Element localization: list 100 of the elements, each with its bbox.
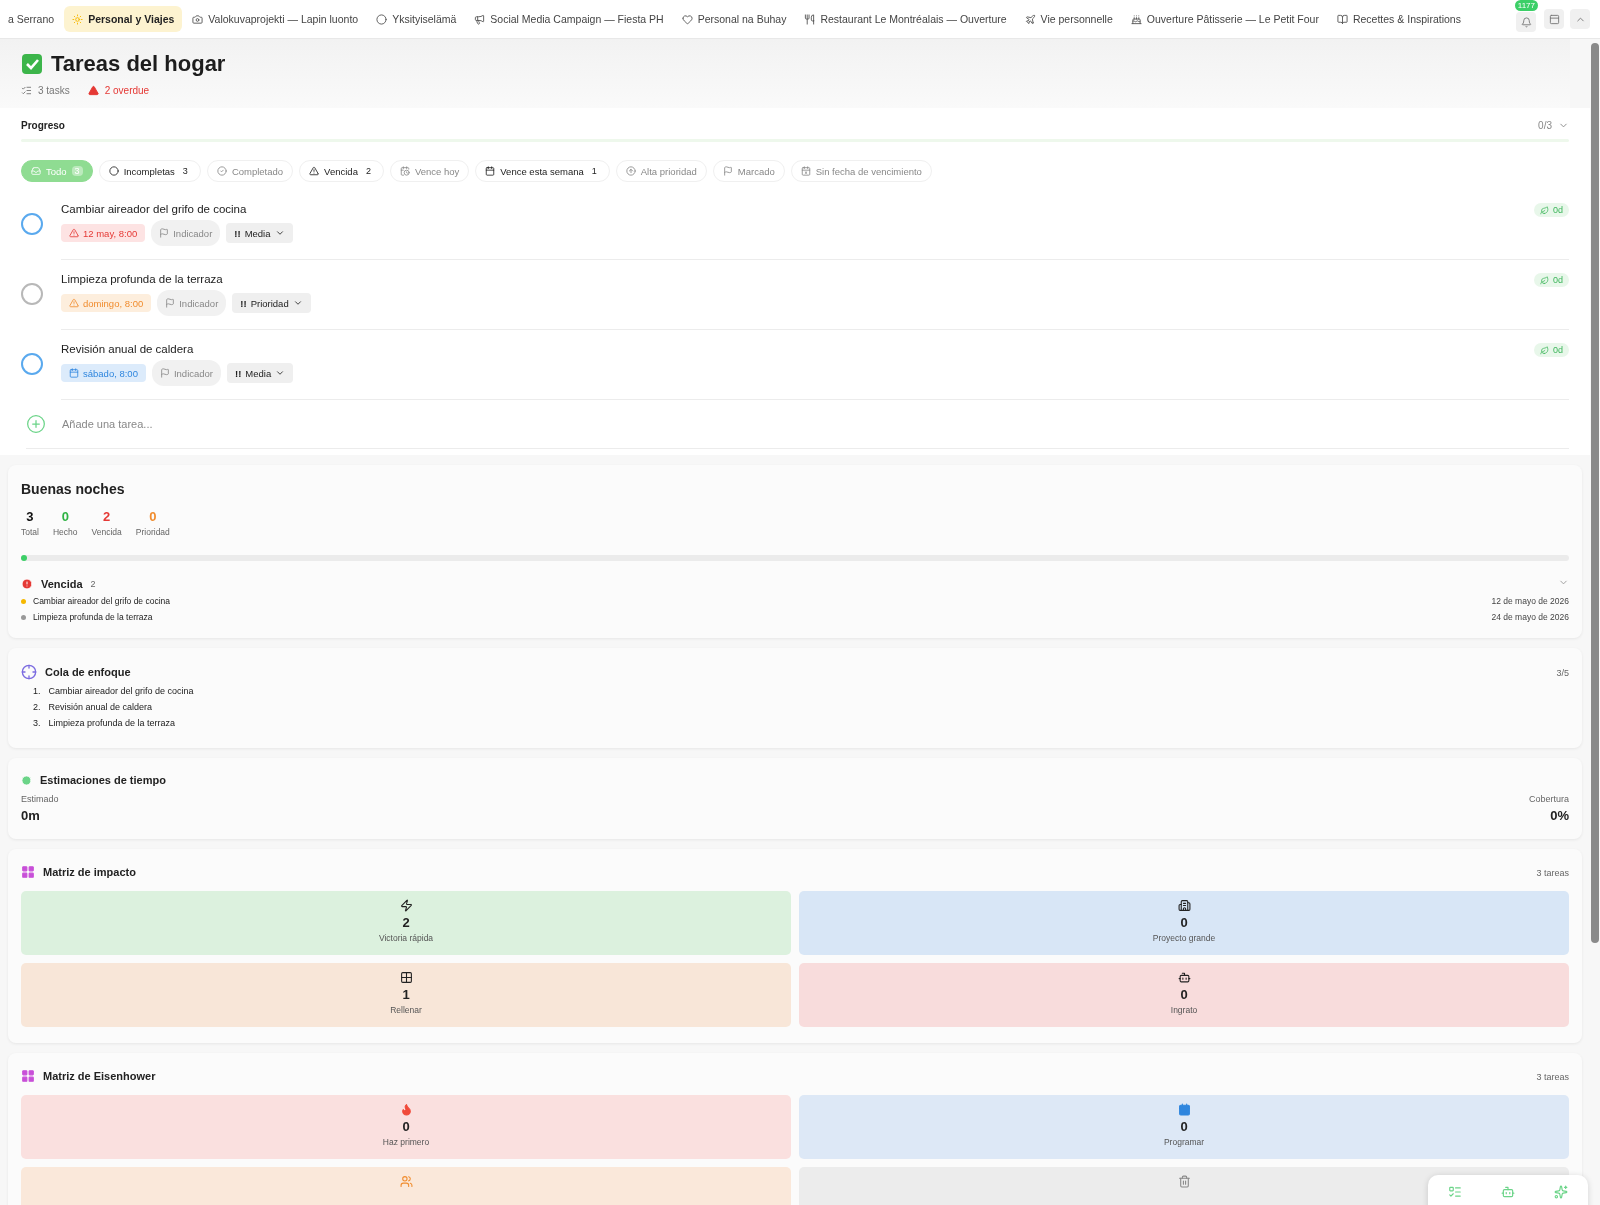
calendar-icon [69,368,79,378]
stat-value: 0 [61,509,69,524]
stat-value: 0 [149,509,157,524]
coverage-value: 0% [1550,808,1569,823]
target-icon [21,664,37,680]
greeting-title: Buenas noches [21,481,126,497]
quadrant-icon [1177,1175,1191,1188]
sparkle-icon[interactable] [1554,1185,1569,1199]
notifications-button[interactable] [1516,12,1537,32]
due-date[interactable]: 12 may, 8:00 [61,224,146,242]
leaf-icon [1540,275,1549,285]
filter-chip[interactable]: Incompletas 3 [98,160,201,182]
quadrant[interactable]: 0 Ingrato [799,963,1569,1027]
quadrant-label: Ingrato [1170,1005,1198,1015]
priority-dropdown[interactable]: !! Media [226,223,293,243]
filter-icon [216,166,227,176]
focus-task[interactable]: Revisión anual de caldera [48,702,153,712]
age-badge: 0d [1534,343,1569,357]
quadrant[interactable]: 0 Programar [799,1095,1569,1159]
list-number: 3. [33,718,41,728]
list-number: 2. [33,702,41,712]
quadrant-icon [1177,1103,1191,1116]
project-tab[interactable]: Social Media Campaign — Fiesta PH [466,6,672,32]
project-tab[interactable]: Vie personnelle [1016,6,1121,32]
task-title: Revisión anual de caldera [61,343,195,355]
collapse-button[interactable] [1570,9,1590,29]
caret-icon [275,368,286,378]
filter-icon [722,166,733,176]
robot-icon[interactable] [1501,1185,1515,1199]
tab-icon [192,13,204,25]
task-checkbox[interactable] [21,283,43,305]
stat-label: Hecho [52,527,78,537]
tab-icon [1130,13,1142,25]
quadrant-icon [399,1175,413,1188]
warning-icon [69,228,79,238]
tab-icon [681,13,693,25]
project-tab[interactable]: Yksityiselämä [368,6,465,32]
tab-icon [72,13,84,25]
caret-icon [292,298,303,308]
checklist-icon[interactable] [1447,1185,1462,1199]
due-date: 12 de mayo de 2026 [1491,596,1569,606]
leaf-icon [1540,205,1549,215]
quadrant-icon [1177,899,1191,912]
grid-icon [21,1069,35,1083]
tab-icon [474,13,486,25]
project-tab[interactable]: Personal y Viajes [64,6,183,32]
tab-icon [376,13,388,25]
priority-dropdown[interactable]: !! Media [227,363,294,383]
project-tab[interactable]: a Serrano [0,6,63,32]
overdue-task[interactable]: Limpieza profunda de la terraza [33,612,153,622]
project-tab[interactable]: Personal na Buhay [673,6,795,32]
panel-button[interactable] [1544,9,1564,29]
flag-icon [159,368,170,378]
quadrant-count: 0 [1180,987,1188,1002]
card-title: Cola de enfoque [45,666,131,678]
project-tab[interactable]: Valokuvaprojekti — Lapin luonto [184,6,367,32]
scrollbar[interactable] [1591,43,1599,943]
task-checkbox[interactable] [21,213,43,235]
leaf-icon [1540,345,1549,355]
quadrant-icon [399,1103,413,1116]
task-title: Limpieza profunda de la terraza [61,273,224,285]
filter-icon [108,166,119,176]
filter-icon [31,166,41,176]
quadrant[interactable]: 0 Haz primero [21,1095,791,1159]
add-task-field[interactable]: Añade una tarea... [60,417,1569,431]
quadrant-count: 1 [402,987,410,1002]
quadrant-count: 2 [402,915,410,930]
bell-icon [1520,16,1532,28]
estimated-label: Estimado [21,794,59,804]
project-tab[interactable]: Ouverture Pâtisserie — Le Petit Four [1122,6,1327,32]
priority-dropdown[interactable]: !! Prioridad [232,293,311,313]
due-date: 24 de mayo de 2026 [1491,612,1569,622]
filter-chip[interactable]: Vence esta semana 1 [475,160,610,182]
overdue-task[interactable]: Cambiar aireador del grifo de cocina [33,596,171,606]
grid-icon [21,865,35,879]
project-tab[interactable]: Restaurant Le Montréalais — Ouverture [796,6,1015,32]
flag-icon [159,228,170,238]
quadrant[interactable]: 1 Rellenar [21,963,791,1027]
stat-value: 3 [26,509,34,524]
focus-task[interactable]: Limpieza profunda de la terraza [48,718,176,728]
list-icon [21,85,32,96]
focus-count: 3/5 [1556,668,1569,678]
focus-task[interactable]: Cambiar aireador del grifo de cocina [48,686,194,696]
quadrant-icon [399,899,413,912]
notification-count: 1177 [1514,0,1538,11]
add-icon[interactable] [26,414,46,434]
quadrant[interactable]: 2 Victoria rápida [21,891,791,955]
task-count: 3 tasks [38,85,70,96]
coverage-label: Cobertura [1528,794,1569,804]
checkmark-icon [21,53,43,75]
task-checkbox[interactable] [21,353,43,375]
filter-chip[interactable]: Vencida 2 [299,160,384,182]
warning-icon [69,298,79,308]
task-count: 3 tareas [1536,868,1569,878]
quadrant-count: 0 [1180,1119,1188,1134]
quadrant-icon [1177,971,1191,984]
quadrant-count: 0 [1180,915,1188,930]
project-tab[interactable]: Recettes & Inspirations [1328,6,1469,32]
quadrant-label: Programar [1163,1137,1205,1147]
quadrant[interactable]: 0 Proyecto grande [799,891,1569,955]
